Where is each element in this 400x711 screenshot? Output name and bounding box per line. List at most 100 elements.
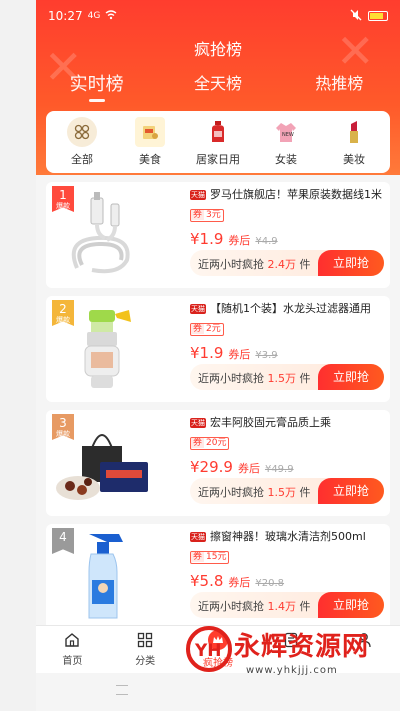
nav-home[interactable]: 首页: [36, 626, 109, 673]
coupon-value: 15元: [206, 552, 227, 562]
rank-number: 2: [59, 302, 67, 316]
product-title[interactable]: 天猫 罗马仕旗舰店！苹果原装数据线1米: [190, 186, 384, 202]
original-price: ¥20.8: [255, 578, 285, 589]
buy-now-button[interactable]: 立即抢: [318, 592, 384, 618]
coupon-value: 3元: [206, 210, 221, 220]
category-bar: 全部 美食 居家日用 NEW 女装 美妆: [46, 111, 390, 173]
sales-bar: 近两小时疯抢 1.5万 件 立即抢: [190, 364, 384, 390]
buy-now-button[interactable]: 立即抢: [318, 478, 384, 504]
coupon-badge: 券 20元: [190, 437, 230, 450]
product-info: 天猫 擦窗神器！玻璃水清洁剂500ml 券 15元 ¥5.8 券后 ¥20.8 近两…: [190, 528, 384, 626]
category-label: 女装: [275, 153, 297, 166]
sales-suffix: 件: [299, 372, 311, 385]
category-household[interactable]: 居家日用: [187, 117, 249, 173]
signal-icon: 4G: [87, 11, 101, 21]
watermark-logo: YH: [186, 626, 232, 672]
sales-prefix: 近两小时疯抢: [198, 372, 264, 385]
rank-number: 3: [59, 416, 67, 430]
watermark: YH 永辉资源网 www.yhkjjj.com: [186, 620, 400, 690]
dress-icon: NEW: [271, 117, 301, 147]
home-icon: [64, 632, 80, 648]
product-name: 【随机1个装】水龙头过滤器通用: [210, 302, 371, 315]
price-row: ¥29.9 券后 ¥49.9: [190, 458, 384, 476]
app-screen: ✕ ✕ 10:27 4G 疯抢榜 实时榜 全天榜 热推榜 全部 美食 居家日用 …: [36, 0, 400, 711]
final-price: ¥1.9: [190, 230, 224, 248]
price-row: ¥1.9 券后 ¥3.9: [190, 344, 384, 362]
nav-category[interactable]: 分类: [109, 626, 182, 673]
product-card[interactable]: 4 天猫 擦窗神器！玻璃水清洁剂500ml 券 15元 ¥5.8 券后 ¥20.8 …: [46, 524, 390, 630]
tmall-tag: 天猫: [190, 418, 206, 428]
product-title[interactable]: 天猫 宏丰阿胶固元膏品质上乘: [190, 414, 384, 430]
bottle-icon: [203, 117, 233, 147]
category-women[interactable]: NEW 女装: [255, 117, 317, 173]
sales-text: 近两小时疯抢 1.5万 件: [198, 484, 311, 500]
mute-icon: [350, 9, 362, 24]
product-name: 擦窗神器！玻璃水清洁剂500ml: [210, 530, 366, 543]
after-coupon-label: 券后: [228, 348, 251, 361]
buy-now-button[interactable]: 立即抢: [318, 250, 384, 276]
menu-icon[interactable]: [116, 685, 128, 695]
sales-prefix: 近两小时疯抢: [198, 258, 264, 271]
category-label: 居家日用: [196, 153, 240, 166]
tab-realtime[interactable]: 实时榜: [42, 70, 152, 102]
rank-number: 4: [59, 530, 67, 544]
final-price: ¥29.9: [190, 458, 233, 476]
tab-hot-recommend[interactable]: 热推榜: [284, 70, 394, 96]
coupon-badge: 券 15元: [190, 551, 230, 564]
rank-number: 1: [59, 188, 67, 202]
product-info: 天猫 罗马仕旗舰店！苹果原装数据线1米 券 3元 ¥1.9 券后 ¥4.9 近两小时…: [190, 186, 384, 284]
category-food[interactable]: 美食: [119, 117, 181, 173]
coupon-value: 2元: [206, 324, 221, 334]
sales-suffix: 件: [299, 600, 311, 613]
sales-value: 1.4万: [267, 600, 297, 613]
original-price: ¥4.9: [255, 236, 278, 247]
coupon-badge: 券 3元: [190, 209, 224, 222]
nav-label: 分类: [135, 656, 156, 667]
category-beauty[interactable]: 美妆: [323, 117, 385, 173]
tmall-tag: 天猫: [190, 190, 206, 200]
sales-suffix: 件: [299, 258, 311, 271]
product-list: 1 爆款 天猫 罗马仕旗舰店！苹果原装数据线1米 券 3元 ¥1.9 券后 ¥4.9 …: [46, 182, 390, 638]
sales-bar: 近两小时疯抢 2.4万 件 立即抢: [190, 250, 384, 276]
sales-text: 近两小时疯抢 2.4万 件: [198, 256, 311, 272]
sales-text: 近两小时疯抢 1.5万 件: [198, 370, 311, 386]
sales-prefix: 近两小时疯抢: [198, 486, 264, 499]
original-price: ¥3.9: [255, 350, 278, 361]
svg-text:NEW: NEW: [282, 132, 294, 138]
coupon-label: 券: [191, 210, 205, 220]
product-card[interactable]: 1 爆款 天猫 罗马仕旗舰店！苹果原装数据线1米 券 3元 ¥1.9 券后 ¥4.9 …: [46, 182, 390, 288]
buy-now-button[interactable]: 立即抢: [318, 364, 384, 390]
sales-bar: 近两小时疯抢 1.5万 件 立即抢: [190, 478, 384, 504]
ranking-tabs: 实时榜 全天榜 热推榜: [36, 70, 400, 102]
final-price: ¥1.9: [190, 344, 224, 362]
product-card[interactable]: 2 爆款 天猫 【随机1个装】水龙头过滤器通用 券 2元 ¥1.9 券后 ¥3.9 近…: [46, 296, 390, 402]
sales-text: 近两小时疯抢 1.4万 件: [198, 598, 311, 614]
after-coupon-label: 券后: [237, 462, 260, 475]
category-label: 美食: [139, 153, 161, 166]
tab-all-day[interactable]: 全天榜: [163, 70, 273, 96]
product-title[interactable]: 天猫 擦窗神器！玻璃水清洁剂500ml: [190, 528, 384, 544]
product-title[interactable]: 天猫 【随机1个装】水龙头过滤器通用: [190, 300, 384, 316]
original-price: ¥49.9: [264, 464, 294, 475]
product-card[interactable]: 3 爆款 天猫 宏丰阿胶固元膏品质上乘 券 20元 ¥29.9 券后 ¥49.9 近两…: [46, 410, 390, 516]
coupon-badge: 券 2元: [190, 323, 224, 336]
watermark-text: 永辉资源网: [234, 632, 370, 662]
category-label: 美妆: [343, 153, 365, 166]
status-time: 10:27: [48, 9, 83, 23]
sales-suffix: 件: [299, 486, 311, 499]
watermark-url: www.yhkjjj.com: [246, 665, 338, 676]
sales-prefix: 近两小时疯抢: [198, 600, 264, 613]
coupon-label: 券: [191, 324, 205, 334]
coupon-label: 券: [191, 552, 205, 562]
product-name: 宏丰阿胶固元膏品质上乘: [210, 416, 331, 429]
price-row: ¥1.9 券后 ¥4.9: [190, 230, 384, 248]
product-info: 天猫 【随机1个装】水龙头过滤器通用 券 2元 ¥1.9 券后 ¥3.9 近两小时疯…: [190, 300, 384, 398]
sales-value: 1.5万: [267, 372, 297, 385]
sales-value: 2.4万: [267, 258, 297, 271]
category-all[interactable]: 全部: [51, 117, 113, 173]
coupon-label: 券: [191, 438, 205, 448]
watermark-logo-text: YH: [194, 641, 222, 661]
grid-icon: [67, 117, 97, 147]
product-info: 天猫 宏丰阿胶固元膏品质上乘 券 20元 ¥29.9 券后 ¥49.9 近两小时疯抢…: [190, 414, 384, 512]
sales-bar: 近两小时疯抢 1.4万 件 立即抢: [190, 592, 384, 618]
